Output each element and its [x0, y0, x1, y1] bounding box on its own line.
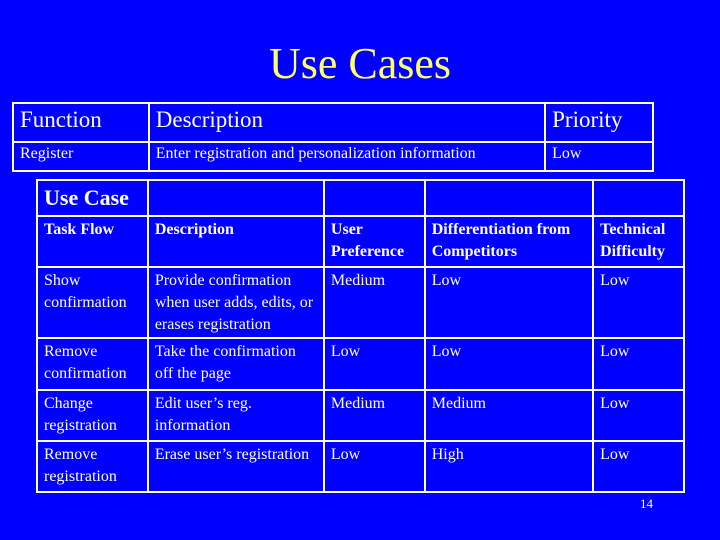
- empty-cell: [592, 179, 685, 217]
- cell-differentiation: Medium: [423, 389, 595, 442]
- header-description: Description: [147, 102, 547, 143]
- empty-cell: [146, 179, 325, 217]
- cell-function: Register: [12, 141, 150, 172]
- use-case-table: Use Case Task Flow Description User Pref…: [36, 179, 685, 493]
- header-user-preference: User Preference: [322, 215, 426, 268]
- table-row: Register Enter registration and personal…: [12, 141, 654, 172]
- page-number: 14: [640, 496, 653, 511]
- function-table: Function Description Priority Register E…: [12, 102, 654, 172]
- header-priority: Priority: [544, 102, 654, 143]
- function-table-header-row: Function Description Priority: [12, 102, 654, 143]
- cell-user-preference: Medium: [322, 266, 426, 339]
- table-row: Change registration Edit user’s reg. inf…: [36, 389, 685, 442]
- cell-technical-difficulty: Low: [592, 337, 685, 391]
- header-task-flow: Task Flow: [36, 215, 149, 268]
- cell-differentiation: Low: [423, 266, 595, 339]
- use-case-caption: Use Case: [36, 179, 149, 217]
- header-differentiation: Differentiation from Competitors: [423, 215, 595, 268]
- header-description: Description: [146, 215, 325, 268]
- cell-user-preference: Low: [322, 440, 426, 493]
- cell-task-flow: Remove confirmation: [36, 337, 149, 391]
- header-function: Function: [12, 102, 150, 143]
- cell-task-flow: Remove registration: [36, 440, 149, 493]
- cell-description: Edit user’s reg. information: [146, 389, 325, 442]
- cell-user-preference: Low: [322, 337, 426, 391]
- cell-technical-difficulty: Low: [592, 266, 685, 339]
- cell-differentiation: High: [423, 440, 595, 493]
- cell-technical-difficulty: Low: [592, 389, 685, 442]
- header-technical-difficulty: Technical Difficulty: [592, 215, 685, 268]
- use-case-caption-row: Use Case: [36, 179, 685, 217]
- cell-task-flow: Show confirmation: [36, 266, 149, 339]
- cell-differentiation: Low: [423, 337, 595, 391]
- cell-description: Erase user’s registration: [146, 440, 325, 493]
- empty-cell: [423, 179, 595, 217]
- table-row: Remove confirmation Take the confirmatio…: [36, 337, 685, 391]
- use-case-header-row: Task Flow Description User Preference Di…: [36, 215, 685, 268]
- slide-title: Use Cases: [268, 39, 452, 88]
- cell-task-flow: Change registration: [36, 389, 149, 442]
- cell-description: Take the confirmation off the page: [146, 337, 325, 391]
- cell-description: Enter registration and personalization i…: [147, 141, 547, 172]
- cell-user-preference: Medium: [322, 389, 426, 442]
- empty-cell: [322, 179, 426, 217]
- cell-description: Provide confirmation when user adds, edi…: [146, 266, 325, 339]
- cell-priority: Low: [544, 141, 654, 172]
- cell-technical-difficulty: Low: [592, 440, 685, 493]
- table-row: Show confirmation Provide confirmation w…: [36, 266, 685, 339]
- table-row: Remove registration Erase user’s registr…: [36, 440, 685, 493]
